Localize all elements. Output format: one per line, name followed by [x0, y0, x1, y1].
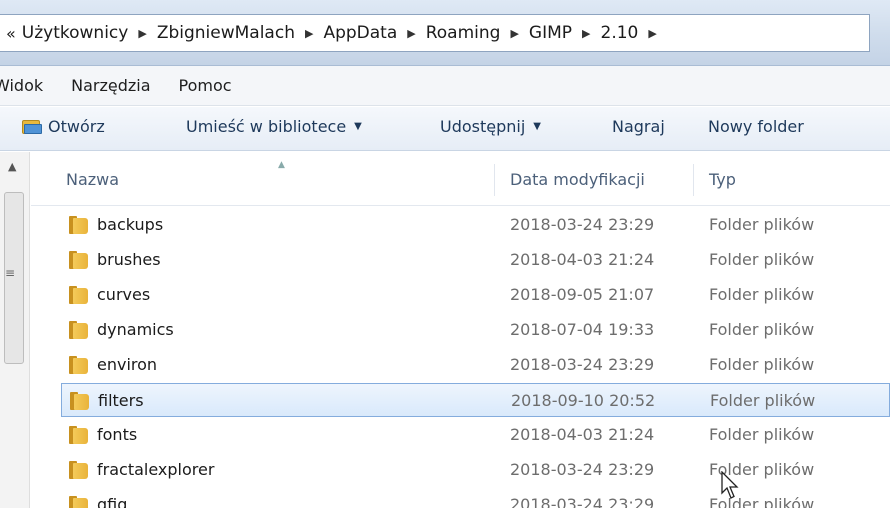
breadcrumb-item-roaming[interactable]: Roaming ▶ — [426, 23, 529, 43]
folder-icon — [70, 390, 90, 412]
item-date: 2018-04-03 21:24 — [510, 250, 655, 269]
item-date: 2018-09-05 21:07 — [510, 285, 655, 304]
item-type: Folder plików — [709, 285, 815, 304]
item-date: 2018-03-24 23:29 — [510, 355, 655, 374]
folder-icon — [69, 319, 89, 341]
folder-icon — [69, 214, 89, 236]
folder-icon — [69, 249, 89, 271]
list-item-selected[interactable]: filters 2018-09-10 20:52 Folder plików — [61, 383, 890, 417]
column-divider[interactable] — [494, 164, 495, 196]
list-item[interactable]: brushes 2018-04-03 21:24 Folder plików — [31, 243, 890, 277]
scroll-up-arrow-icon[interactable]: ▲ — [8, 160, 16, 173]
new-folder-button[interactable]: Nowy folder — [708, 117, 804, 136]
caret-down-icon: ▼ — [533, 121, 541, 132]
item-name: fractalexplorer — [97, 460, 215, 479]
breadcrumb-item-gimp[interactable]: GIMP ▶ — [529, 23, 601, 43]
open-folder-icon — [22, 118, 42, 135]
item-name: filters — [98, 391, 144, 410]
grip-icon: ≡ — [5, 266, 16, 280]
navigation-pane-scrollbar[interactable]: ▲ ≡ — [0, 152, 30, 508]
chevron-right-icon[interactable]: ▶ — [648, 27, 656, 40]
folder-icon — [69, 424, 89, 446]
item-date: 2018-03-24 23:29 — [510, 460, 655, 479]
item-type: Folder plików — [709, 425, 815, 444]
list-item[interactable]: dynamics 2018-07-04 19:33 Folder plików — [31, 313, 890, 347]
item-type: Folder plików — [709, 355, 815, 374]
chevron-right-icon[interactable]: ▶ — [305, 27, 313, 40]
burn-button[interactable]: Nagraj — [612, 117, 665, 136]
folder-icon — [69, 494, 89, 508]
column-header-date[interactable]: Data modyfikacji — [510, 170, 645, 189]
file-list: backups 2018-03-24 23:29 Folder plików b… — [31, 208, 890, 508]
folder-icon — [69, 354, 89, 376]
breadcrumb-item-users[interactable]: Użytkownicy ▶ — [22, 23, 157, 43]
menu-help[interactable]: Pomoc — [165, 76, 246, 95]
item-name: environ — [97, 355, 158, 374]
list-item[interactable]: environ 2018-03-24 23:29 Folder plików — [31, 348, 890, 382]
breadcrumb-item-version[interactable]: 2.10 ▶ — [601, 23, 667, 43]
item-type: Folder plików — [710, 391, 816, 410]
list-item[interactable]: fractalexplorer 2018-03-24 23:29 Folder … — [31, 453, 890, 487]
include-in-library-button[interactable]: Umieść w bibliotece ▼ — [186, 117, 362, 136]
command-bar: Otwórz Umieść w bibliotece ▼ Udostępnij … — [0, 107, 890, 151]
chevron-right-icon[interactable]: ▶ — [407, 27, 415, 40]
item-date: 2018-03-24 23:29 — [510, 215, 655, 234]
item-type: Folder plików — [709, 320, 815, 339]
list-item[interactable]: gfig 2018-03-24 23:29 Folder plików — [31, 488, 890, 508]
menu-bar: Widok Narzędzia Pomoc — [0, 66, 890, 106]
folder-icon — [69, 459, 89, 481]
item-type: Folder plików — [709, 250, 815, 269]
folder-icon — [69, 284, 89, 306]
chevron-right-icon[interactable]: ▶ — [138, 27, 146, 40]
column-divider[interactable] — [693, 164, 694, 196]
breadcrumb-item-appdata[interactable]: AppData ▶ — [323, 23, 425, 43]
caret-down-icon: ▼ — [354, 121, 362, 132]
address-bar: « Użytkownicy ▶ ZbigniewMalach ▶ AppData ▶ … — [0, 0, 890, 66]
sort-ascending-icon: ▲ — [278, 160, 285, 170]
item-type: Folder plików — [709, 215, 815, 234]
item-date: 2018-03-24 23:29 — [510, 495, 655, 508]
chevron-right-icon[interactable]: ▶ — [510, 27, 518, 40]
mouse-cursor-icon — [721, 471, 739, 499]
item-date: 2018-09-10 20:52 — [511, 391, 656, 410]
list-item[interactable]: fonts 2018-04-03 21:24 Folder plików — [31, 418, 890, 452]
column-headers: ▲ Nazwa Data modyfikacji Typ — [31, 152, 890, 206]
item-name: brushes — [97, 250, 161, 269]
item-date: 2018-04-03 21:24 — [510, 425, 655, 444]
item-name: backups — [97, 215, 164, 234]
breadcrumb-overflow-button[interactable]: « — [6, 24, 16, 43]
column-header-type[interactable]: Typ — [709, 170, 736, 189]
share-button[interactable]: Udostępnij ▼ — [440, 117, 541, 136]
item-name: curves — [97, 285, 151, 304]
breadcrumb-item-user[interactable]: ZbigniewMalach ▶ — [157, 23, 324, 43]
item-date: 2018-07-04 19:33 — [510, 320, 655, 339]
item-name: dynamics — [97, 320, 174, 339]
item-name: fonts — [97, 425, 138, 444]
list-item[interactable]: backups 2018-03-24 23:29 Folder plików — [31, 208, 890, 242]
menu-tools[interactable]: Narzędzia — [57, 76, 164, 95]
breadcrumb[interactable]: « Użytkownicy ▶ ZbigniewMalach ▶ AppData ▶ … — [0, 14, 870, 52]
column-header-name[interactable]: Nazwa — [66, 170, 119, 189]
open-button[interactable]: Otwórz — [22, 117, 105, 136]
menu-view[interactable]: Widok — [0, 76, 57, 95]
chevron-right-icon[interactable]: ▶ — [582, 27, 590, 40]
list-item[interactable]: curves 2018-09-05 21:07 Folder plików — [31, 278, 890, 312]
item-name: gfig — [97, 495, 128, 508]
